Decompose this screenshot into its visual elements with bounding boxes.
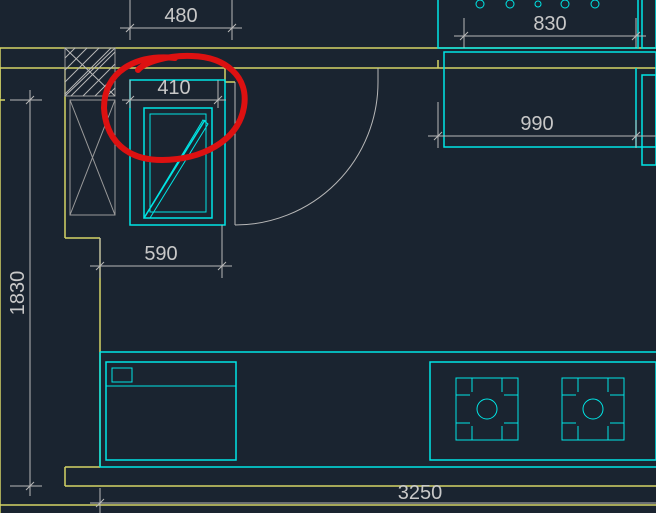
dim-3250-text: 3250	[398, 482, 443, 504]
dim-1830-text: 1830	[7, 271, 29, 316]
dim-830: 830	[454, 13, 646, 48]
cad-viewport: 480 410 590 1830 830	[0, 0, 656, 513]
dim-480: 480	[120, 0, 242, 40]
burner-right	[562, 378, 624, 440]
walls	[0, 48, 656, 513]
dim-410-text: 410	[157, 77, 190, 99]
dim-990-text: 990	[520, 113, 553, 135]
fridge	[130, 80, 225, 225]
wall-cabinet-right	[444, 52, 656, 165]
dim-590-text: 590	[144, 243, 177, 265]
dim-830-text: 830	[533, 13, 566, 35]
dim-590: 590	[90, 225, 232, 278]
dim-480-text: 480	[164, 5, 197, 27]
door-swing	[235, 68, 378, 225]
dim-1830: 1830	[7, 90, 42, 496]
symbol-box	[70, 100, 115, 215]
counter	[100, 352, 656, 467]
dim-990: 990	[428, 102, 656, 148]
dim-410: 410	[122, 77, 226, 108]
burner-left	[456, 378, 518, 440]
